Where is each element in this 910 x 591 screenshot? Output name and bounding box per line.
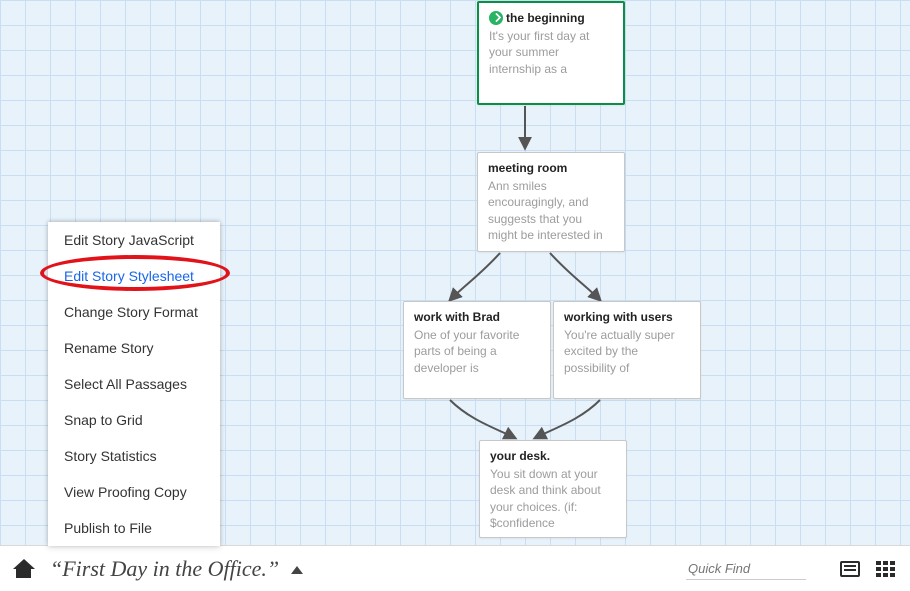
- passage-body: Ann smiles encouragingly, and suggests t…: [488, 178, 614, 243]
- passage-body: You're actually super excited by the pos…: [564, 327, 690, 376]
- quick-find-input[interactable]: [686, 558, 806, 580]
- passage-title: meeting room: [488, 160, 614, 176]
- story-context-menu[interactable]: Edit Story JavaScript Edit Story Stylesh…: [48, 222, 220, 546]
- passage-title: the beginning: [489, 10, 613, 26]
- passage-body: One of your favorite parts of being a de…: [414, 327, 540, 376]
- passage-work-with-brad[interactable]: work with Brad One of your favorite part…: [403, 301, 551, 399]
- passage-your-desk[interactable]: your desk. You sit down at your desk and…: [479, 440, 627, 538]
- menu-publish-to-file[interactable]: Publish to File: [48, 510, 220, 546]
- menu-select-all-passages[interactable]: Select All Passages: [48, 366, 220, 402]
- passage-title-text: the beginning: [506, 11, 585, 25]
- start-passage-icon: [489, 11, 503, 25]
- bottom-toolbar: “First Day in the Office.”: [0, 545, 910, 591]
- menu-edit-story-javascript[interactable]: Edit Story JavaScript: [48, 222, 220, 258]
- home-icon[interactable]: [14, 560, 34, 578]
- grid-view-icon[interactable]: [876, 561, 896, 577]
- passage-title: working with users: [564, 309, 690, 325]
- menu-edit-story-stylesheet[interactable]: Edit Story Stylesheet: [48, 258, 220, 294]
- passage-title: work with Brad: [414, 309, 540, 325]
- passage-working-with-users[interactable]: working with users You're actually super…: [553, 301, 701, 399]
- menu-rename-story[interactable]: Rename Story: [48, 330, 220, 366]
- menu-snap-to-grid[interactable]: Snap to Grid: [48, 402, 220, 438]
- menu-change-story-format[interactable]: Change Story Format: [48, 294, 220, 330]
- menu-view-proofing-copy[interactable]: View Proofing Copy: [48, 474, 220, 510]
- passage-title: your desk.: [490, 448, 616, 464]
- caret-up-icon: [291, 566, 303, 574]
- story-view-icon[interactable]: [840, 561, 860, 577]
- menu-story-statistics[interactable]: Story Statistics: [48, 438, 220, 474]
- passage-the-beginning[interactable]: the beginning It's your first day at you…: [477, 1, 625, 105]
- story-title-text: “First Day in the Office.”: [50, 556, 279, 581]
- passage-body: You sit down at your desk and think abou…: [490, 466, 616, 531]
- passage-body: It's your first day at your summer inter…: [489, 28, 613, 77]
- story-title-button[interactable]: “First Day in the Office.”: [50, 556, 303, 582]
- passage-meeting-room[interactable]: meeting room Ann smiles encouragingly, a…: [477, 152, 625, 252]
